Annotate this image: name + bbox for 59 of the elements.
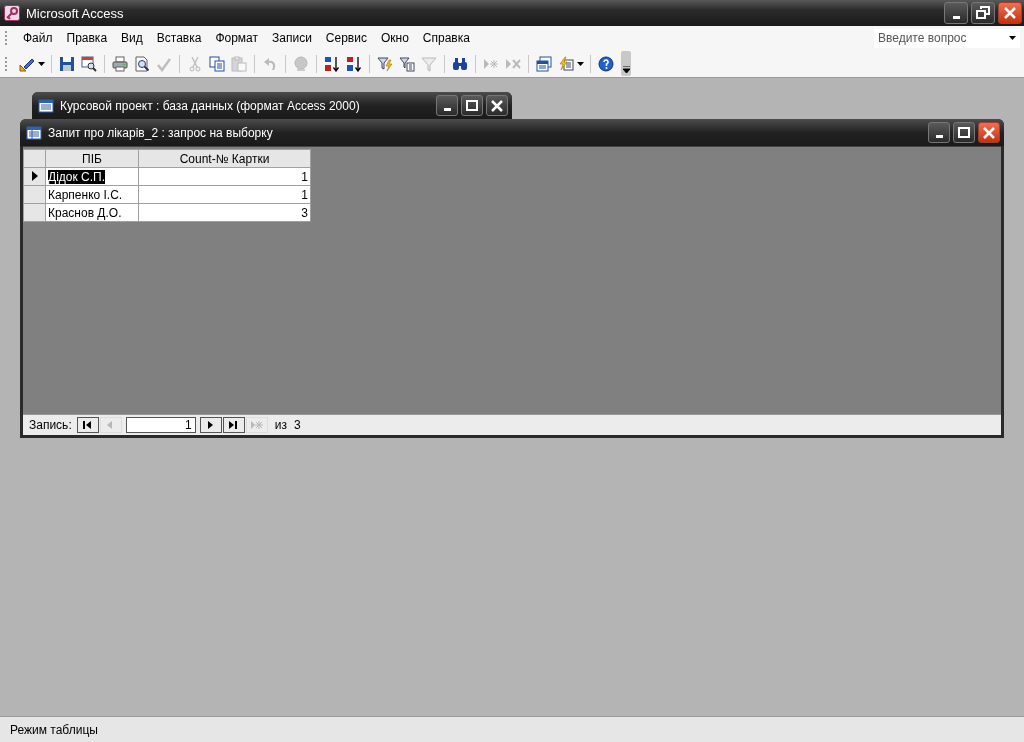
window-title: Запит про лікарів_2 : запрос на выборку — [48, 125, 274, 140]
minimize-icon — [952, 16, 960, 19]
status-text: Режим таблицы — [10, 722, 98, 737]
toolbar-grip[interactable] — [5, 56, 10, 71]
menu-item[interactable]: Формат — [208, 31, 266, 45]
menu-item[interactable]: Правка — [59, 31, 115, 45]
toolbar-grip[interactable] — [5, 31, 10, 45]
help-search-field[interactable]: Введите вопрос — [874, 28, 1020, 48]
minimize-button[interactable] — [944, 2, 968, 24]
help-icon[interactable] — [598, 55, 614, 72]
table-cell[interactable]: Дідок С.П. — [48, 169, 105, 184]
caret-icon[interactable] — [1009, 36, 1016, 40]
close-button[interactable] — [978, 122, 1000, 143]
funnel-lightning-icon[interactable] — [377, 55, 393, 72]
new-record-icon — [249, 419, 264, 431]
next-record-button[interactable] — [199, 417, 222, 433]
last-record-button[interactable] — [222, 417, 245, 433]
caret-icon[interactable] — [38, 61, 45, 66]
menu-item[interactable]: Окно — [373, 31, 416, 45]
first-record-button[interactable] — [76, 417, 99, 433]
datasheet-icon — [26, 124, 42, 141]
maximize-button[interactable] — [953, 122, 975, 143]
record-label: Запись: — [29, 418, 72, 432]
minimize-button[interactable] — [928, 122, 950, 143]
menu-item[interactable]: Файл — [16, 31, 60, 45]
column-header[interactable]: Count-№ Картки — [138, 149, 311, 168]
table-cell[interactable]: 1 — [301, 187, 308, 202]
menu-item[interactable]: Записи — [265, 31, 319, 45]
printer-icon[interactable] — [112, 55, 128, 72]
toolbar-options-button[interactable] — [621, 51, 631, 76]
of-label: из — [274, 418, 287, 432]
restore-button[interactable] — [971, 2, 995, 24]
caret-icon[interactable] — [577, 61, 584, 66]
document-magnifier-icon[interactable] — [134, 55, 150, 72]
menu-item[interactable]: Сервис — [318, 31, 374, 45]
minimize-icon — [935, 135, 943, 138]
record-pointer-icon — [31, 170, 38, 181]
database-window-icon[interactable] — [536, 55, 552, 72]
chevron-icon — [622, 66, 630, 73]
minimize-icon — [443, 108, 451, 111]
key-icon — [4, 5, 20, 21]
column-header[interactable]: ПІБ — [45, 149, 139, 168]
binoculars-icon[interactable] — [452, 55, 468, 72]
window-title: Курсовой проект : база данных (формат Access 2000) — [60, 98, 361, 113]
table-cell[interactable]: 3 — [301, 205, 308, 220]
menu-item[interactable]: Вид — [114, 31, 150, 45]
table-cell[interactable]: 1 — [301, 169, 308, 184]
record-number-field[interactable]: 1 — [125, 417, 196, 433]
menu-item[interactable]: Справка — [415, 31, 477, 45]
record-count: 3 — [293, 418, 301, 432]
close-button[interactable] — [998, 2, 1022, 24]
database-window-icon — [38, 97, 54, 114]
copy-icon[interactable] — [209, 55, 225, 72]
sort-ascending-icon[interactable] — [324, 55, 340, 72]
sort-descending-icon[interactable] — [346, 55, 362, 72]
window-title: Microsoft Access — [26, 5, 125, 21]
funnel-form-icon[interactable] — [399, 55, 415, 72]
window-magnifier-icon[interactable] — [81, 55, 97, 72]
menu-item[interactable]: Вставка — [149, 31, 209, 45]
